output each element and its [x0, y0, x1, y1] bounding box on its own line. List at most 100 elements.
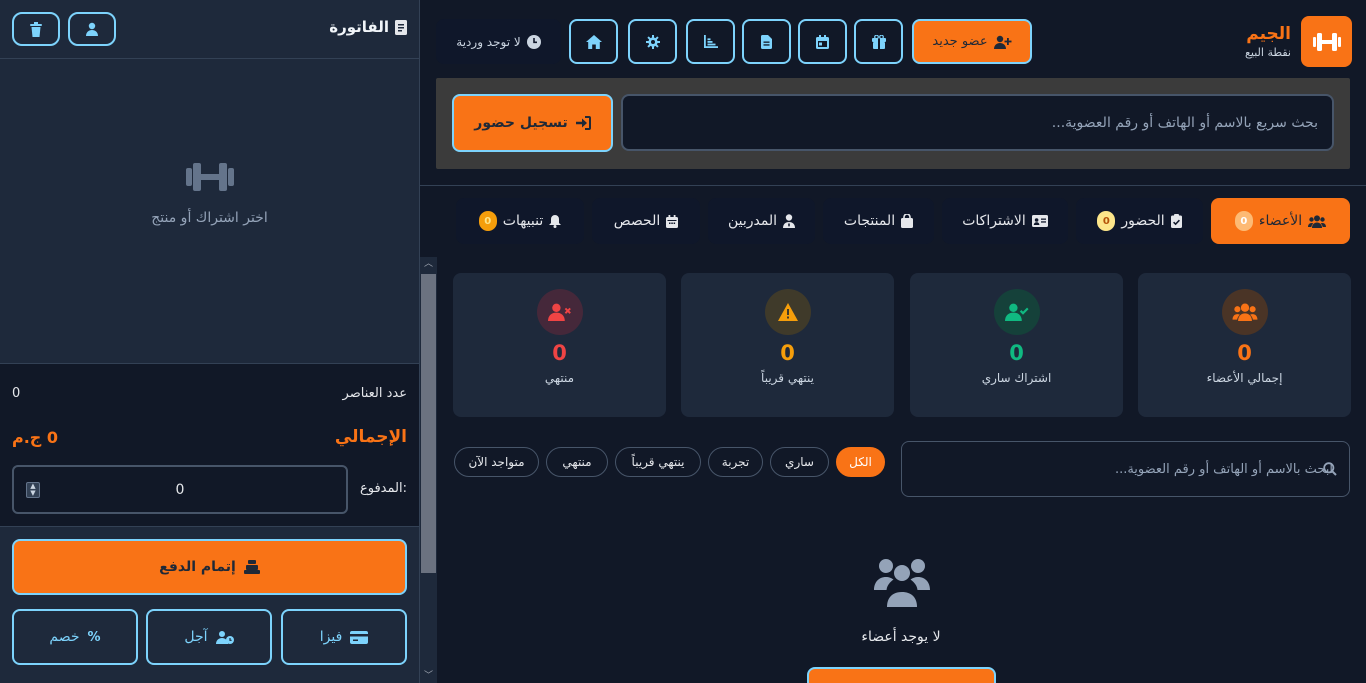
filter-trial[interactable]: تجربة — [708, 447, 763, 477]
checkin-button[interactable]: تسجيل حضور — [452, 94, 613, 152]
filter-expiring-soon[interactable]: ينتهي قريباً — [615, 447, 701, 477]
brand: الجيم نقطة البيع — [1245, 16, 1352, 67]
filter-active[interactable]: ساري — [770, 447, 829, 477]
user-tie-icon — [783, 214, 796, 228]
member-search-input[interactable]: ابحث بالاسم أو الهاتف أو رقم العضوية... — [901, 441, 1350, 497]
tab-attendance-label: الحضور — [1121, 213, 1165, 229]
percent-icon: % — [87, 629, 101, 645]
gift-icon — [871, 34, 886, 49]
users-icon — [1308, 214, 1327, 228]
discount-label: خصم — [49, 629, 80, 645]
invoice-empty-text: اختر اشتراك أو منتج — [151, 210, 268, 226]
add-member-button[interactable] — [807, 667, 996, 683]
sign-in-icon — [575, 116, 591, 130]
gear-icon — [645, 34, 660, 49]
checkin-label: تسجيل حضور — [474, 115, 568, 131]
clear-invoice-button[interactable] — [12, 12, 60, 46]
scroll-down-arrow[interactable]: ﹀ — [420, 669, 437, 683]
warning-icon — [764, 289, 811, 335]
brand-subtitle: نقطة البيع — [1245, 46, 1291, 59]
shift-status: لا توجد وردية — [436, 19, 561, 64]
visa-label: فيزا — [319, 629, 343, 645]
filter-expired[interactable]: منتهي — [546, 447, 608, 477]
stat-active-label: اشتراك ساري — [981, 371, 1052, 385]
stat-expiring-value: 0 — [780, 341, 795, 365]
discount-button[interactable]: % خصم — [12, 609, 138, 665]
tab-subscriptions[interactable]: الاشتراكات — [942, 198, 1068, 244]
new-member-button[interactable]: عضو جديد — [912, 19, 1032, 64]
new-member-label: عضو جديد — [932, 34, 988, 49]
paid-amount-input[interactable]: 0 ▲ ▼ — [12, 465, 348, 514]
empty-members-text: لا يوجد أعضاء — [861, 629, 941, 645]
items-count-value: 0 — [12, 386, 21, 401]
quick-search-placeholder: بحث سريع بالاسم أو الهاتف أو رقم العضوية… — [1051, 114, 1318, 131]
scrollbar[interactable]: ︿ ﹀ — [420, 257, 437, 683]
paid-label: المدفوع: — [360, 481, 407, 496]
tab-trainers[interactable]: المدربين — [708, 198, 815, 244]
calendar-icon — [666, 214, 679, 228]
home-button[interactable] — [569, 19, 618, 64]
bell-icon — [549, 214, 562, 228]
gifts-button[interactable] — [854, 19, 903, 64]
shift-status-text: لا توجد وردية — [456, 34, 521, 49]
stat-total-members: 0 إجمالي الأعضاء — [1138, 273, 1351, 417]
stat-expiring-soon: 0 ينتهي قريباً — [681, 273, 894, 417]
receipt-icon — [395, 19, 407, 35]
tab-subscriptions-label: الاشتراكات — [962, 213, 1026, 229]
tab-trainers-label: المدربين — [727, 213, 778, 229]
statistics-button[interactable] — [686, 19, 735, 64]
document-icon — [761, 34, 772, 49]
deferred-label: آجل — [184, 629, 208, 645]
user-check-icon — [993, 289, 1040, 335]
filter-present-now[interactable]: متواجد الآن — [454, 447, 539, 477]
id-card-icon — [1031, 215, 1048, 227]
paid-amount-value: 0 — [175, 481, 185, 498]
tab-products-label: المنتجات — [843, 213, 896, 229]
stat-active-subscriptions: 0 اشتراك ساري — [910, 273, 1123, 417]
scroll-thumb[interactable] — [421, 274, 436, 573]
invoice-header: الفاتورة — [0, 0, 419, 59]
tab-alerts-badge: 0 — [478, 211, 497, 231]
stat-total-members-value: 0 — [1237, 341, 1252, 365]
number-spinner[interactable]: ▲ ▼ — [26, 482, 40, 498]
invoice-panel: الفاتورة اختر اشتراك أو منتج عدد العناصر… — [0, 0, 420, 683]
calendar-button[interactable] — [798, 19, 847, 64]
invoice-title-text: الفاتورة — [329, 18, 389, 36]
items-count-row: عدد العناصر 0 — [12, 386, 407, 401]
total-row: الإجمالي 0 ج.م — [12, 427, 407, 447]
tab-alerts[interactable]: تنبيهات 0 — [456, 198, 584, 244]
calendar-icon — [816, 34, 829, 49]
user-clock-icon — [215, 630, 234, 644]
reports-button[interactable] — [742, 19, 791, 64]
clipboard-check-icon — [1170, 214, 1182, 228]
invoice-summary: عدد العناصر 0 الإجمالي 0 ج.م 0 ▲ ▼ المدفو… — [0, 363, 419, 527]
dumbbell-icon — [184, 160, 236, 194]
tab-products[interactable]: المنتجات — [823, 198, 934, 244]
home-icon — [585, 34, 602, 49]
dumbbell-icon — [1312, 32, 1342, 52]
scroll-up-arrow[interactable]: ︿ — [420, 257, 437, 271]
complete-payment-label: إتمام الدفع — [159, 559, 236, 575]
settings-button[interactable] — [628, 19, 677, 64]
visa-button[interactable]: فيزا — [281, 609, 407, 665]
brand-name: الجيم — [1246, 24, 1291, 44]
stat-active-value: 0 — [1009, 341, 1024, 365]
select-member-button[interactable] — [68, 12, 116, 46]
user-icon — [85, 22, 99, 36]
quick-search-input[interactable]: بحث سريع بالاسم أو الهاتف أو رقم العضوية… — [621, 94, 1334, 151]
stat-expired-label: منتهي — [544, 371, 575, 385]
members-content: ︿ ﹀ 0 إجمالي الأعضاء 0 اشتراك ساري 0 ينت… — [420, 257, 1366, 683]
tab-members-label: الأعضاء — [1258, 213, 1303, 229]
main-area: الجيم نقطة البيع عضو جديد لا توجد وردية … — [420, 0, 1366, 683]
deferred-button[interactable]: آجل — [146, 609, 272, 665]
users-icon — [1221, 289, 1268, 335]
filter-all[interactable]: الكل — [836, 447, 885, 477]
shopping-bag-icon — [901, 214, 914, 228]
complete-payment-button[interactable]: إتمام الدفع — [12, 539, 407, 595]
tab-attendance[interactable]: الحضور 0 — [1076, 198, 1203, 244]
tab-alerts-label: تنبيهات — [502, 213, 544, 229]
member-search-placeholder: ابحث بالاسم أو الهاتف أو رقم العضوية... — [1114, 461, 1333, 477]
tab-classes[interactable]: الحصص — [592, 198, 700, 244]
tab-members[interactable]: الأعضاء 0 — [1211, 198, 1350, 244]
tab-classes-label: الحصص — [613, 213, 661, 229]
